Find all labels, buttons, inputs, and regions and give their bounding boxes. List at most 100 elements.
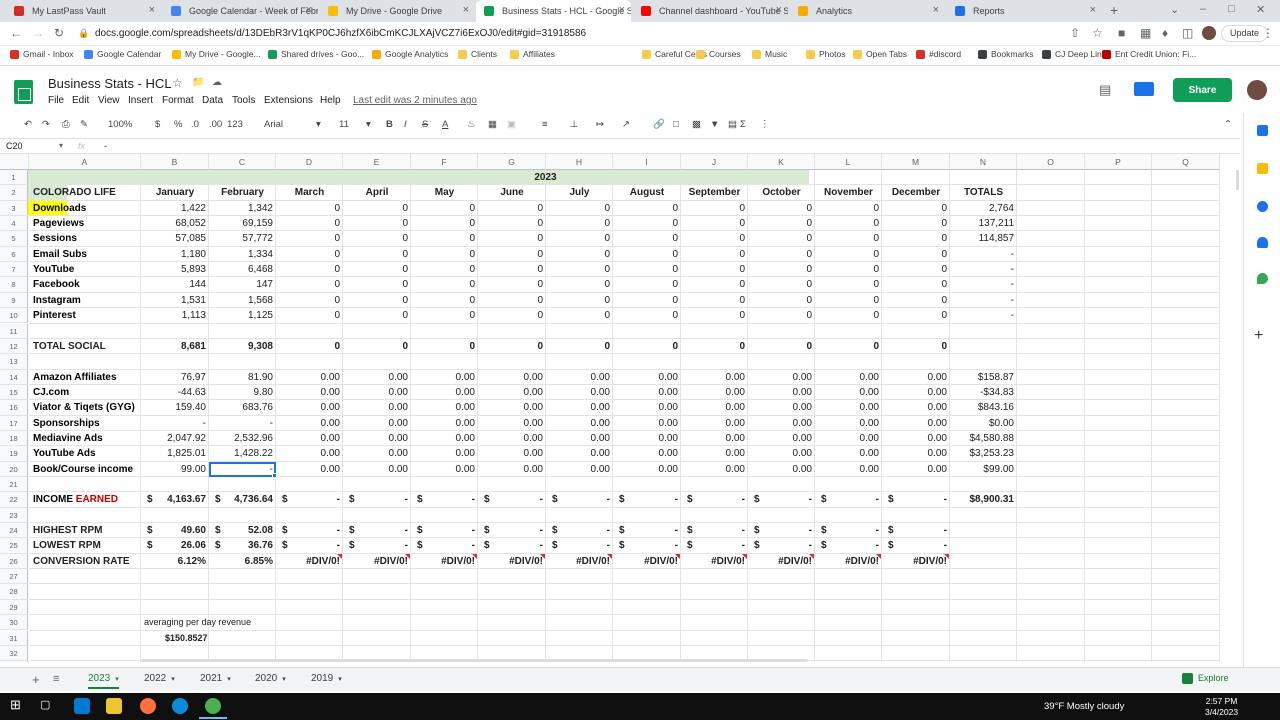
table-cell[interactable]: 6.85% [209,556,273,567]
month-header[interactable]: August [613,187,681,198]
strikethrough-icon[interactable]: S [422,119,428,130]
menu-tools[interactable]: Tools [232,95,255,106]
table-cell[interactable]: 0 [882,341,947,352]
table-cell[interactable]: - [681,525,745,536]
table-cell[interactable]: 99.00 [141,464,206,475]
table-cell[interactable]: 8,681 [141,341,206,352]
row-header[interactable]: 6 [0,246,28,263]
table-cell[interactable]: 0 [748,279,812,290]
year-header[interactable]: 2023 [141,172,950,183]
table-cell[interactable]: 0 [411,233,475,244]
table-cell[interactable]: 0 [343,203,408,214]
row-label[interactable]: YouTube Ads [33,448,96,459]
bookmark-item[interactable]: My Drive - Google... [172,49,261,59]
table-cell[interactable]: - [882,540,947,551]
table-cell[interactable]: 0.00 [276,387,340,398]
column-header-O[interactable]: O [1017,154,1085,170]
row-header[interactable]: 20 [0,461,28,477]
table-cell[interactable]: 6.12% [141,556,206,567]
row-header[interactable]: 29 [0,599,28,616]
table-cell[interactable]: 1,568 [209,295,273,306]
merge-cells-icon[interactable]: ▣ [507,119,516,130]
table-cell[interactable]: 0 [411,279,475,290]
table-cell[interactable]: 0 [478,295,543,306]
row-header[interactable]: 31 [0,630,28,646]
table-cell[interactable]: 0.00 [343,418,408,429]
tab-search-icon[interactable]: ⌄ [1170,3,1179,16]
table-cell[interactable]: 0 [343,264,408,275]
table-cell[interactable]: 0 [882,264,947,275]
table-cell[interactable]: 0.00 [276,448,340,459]
table-cell[interactable]: 0 [815,203,879,214]
comments-icon[interactable]: ▤ [1099,82,1111,98]
table-cell[interactable]: 49.60 [141,525,206,536]
redo-icon[interactable]: ↷ [42,119,50,130]
error-cell[interactable]: #DIV/0! [478,556,543,567]
row-label[interactable]: HIGHEST RPM [33,525,102,536]
table-cell[interactable]: 0 [411,310,475,321]
close-tab-icon[interactable]: × [306,4,312,16]
bookmark-item[interactable]: Bookmarks [978,49,1034,59]
table-cell[interactable]: 0.00 [815,448,879,459]
sheet-tab-2021[interactable]: 2021 ▾ [200,673,231,684]
table-cell[interactable]: 0.00 [276,433,340,444]
table-cell[interactable]: - [613,540,678,551]
table-cell[interactable]: 0 [815,295,879,306]
table-cell[interactable]: 0.00 [613,372,678,383]
row-label[interactable]: Email Subs [33,249,87,260]
increase-decimal[interactable]: .00 [209,119,222,130]
column-header-K[interactable]: K [748,154,815,170]
functions-icon[interactable]: Σ [740,119,746,130]
firefox-icon[interactable] [140,698,156,714]
table-cell[interactable]: 0 [478,203,543,214]
table-cell[interactable]: - [681,494,745,505]
table-cell[interactable]: 57,772 [209,233,273,244]
table-cell[interactable]: - [276,494,340,505]
table-cell[interactable]: - [343,540,408,551]
table-cell[interactable]: 0 [546,264,610,275]
font-chevron-icon[interactable]: ▾ [316,119,321,130]
column-header-G[interactable]: G [478,154,546,170]
sheet-tab-chevron-icon[interactable]: ▾ [227,676,231,683]
table-cell[interactable]: 36.76 [209,540,273,551]
month-header[interactable]: May [411,187,478,198]
table-cell[interactable]: - [882,494,947,505]
table-cell[interactable]: 0.00 [546,448,610,459]
bookmark-item[interactable]: Music [752,49,787,59]
close-tab-icon[interactable]: × [149,4,155,16]
table-cell[interactable]: 0 [411,295,475,306]
month-header[interactable]: October [748,187,815,198]
table-cell[interactable]: 0 [546,279,610,290]
table-cell[interactable]: - [546,540,610,551]
file-explorer-icon[interactable] [106,698,122,714]
corner-cell[interactable] [0,154,29,170]
row-header[interactable]: 13 [0,354,28,370]
table-cell[interactable]: 0.00 [882,448,947,459]
error-cell[interactable]: #DIV/0! [748,556,812,567]
table-cell[interactable]: 0 [613,218,678,229]
table-cell[interactable]: 81.90 [209,372,273,383]
edge-icon[interactable] [172,698,188,714]
row-header[interactable]: 18 [0,430,28,447]
table-cell[interactable]: 0.00 [478,387,543,398]
share-button[interactable]: Share [1173,78,1232,102]
menu-view[interactable]: View [98,95,120,106]
insert-chart-icon[interactable]: ▩ [692,119,701,130]
table-cell[interactable]: 0.00 [276,418,340,429]
italic-icon[interactable]: I [404,119,407,130]
table-cell[interactable]: 0 [343,310,408,321]
table-cell[interactable]: 0.00 [882,433,947,444]
table-cell[interactable]: 0.00 [411,448,475,459]
table-cell[interactable]: - [478,494,543,505]
menu-data[interactable]: Data [202,95,223,106]
browser-tab[interactable]: My Drive - Google Drive × [320,0,475,22]
chrome-icon[interactable] [205,698,221,714]
table-cell[interactable]: - [882,525,947,536]
table-cell[interactable]: 0 [681,233,745,244]
table-cell[interactable]: 0 [613,203,678,214]
table-cell[interactable]: 0 [546,341,610,352]
table-cell[interactable]: 68,052 [141,218,206,229]
table-cell[interactable]: - [343,525,408,536]
contacts-icon[interactable] [1257,237,1268,248]
row-label[interactable]: Facebook [33,279,80,290]
